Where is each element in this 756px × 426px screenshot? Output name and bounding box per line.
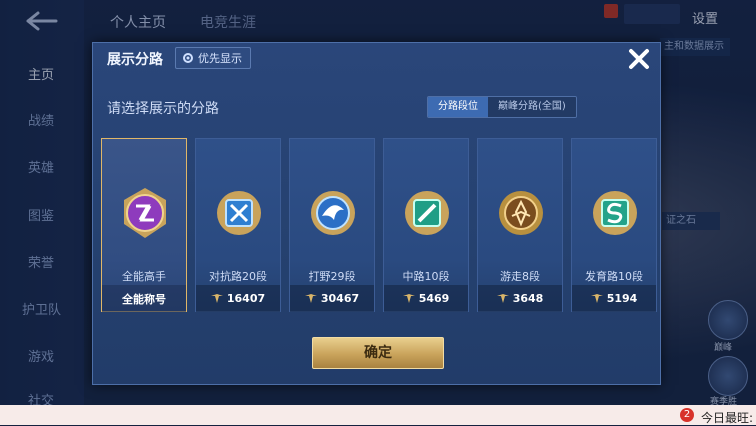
allround-emblem-icon (124, 188, 166, 238)
confirm-button[interactable]: 确定 (312, 337, 444, 369)
lane-card-label: 打野29段 (308, 270, 356, 283)
segment-peak-lane[interactable]: 巅峰分路(全国) (488, 97, 576, 117)
score-icon (496, 293, 509, 303)
lane-card-score: 16407 (226, 292, 266, 305)
mid-lane-emblem-icon (405, 191, 449, 235)
lane-card-label: 全能高手 (122, 270, 166, 283)
notification-text[interactable]: 今日最旺: (701, 409, 753, 426)
lane-card-label: 游走8段 (500, 270, 540, 283)
segment-lane-rank[interactable]: 分路段位 (428, 97, 488, 117)
score-icon (304, 293, 317, 303)
lane-card-allround[interactable]: 全能高手 全能称号 (101, 138, 187, 312)
lane-card-label: 发育路10段 (585, 270, 643, 283)
priority-display-button[interactable]: 优先显示 (175, 47, 251, 69)
score-icon (590, 293, 603, 303)
notification-badge: 2 (680, 408, 694, 422)
close-icon (629, 49, 649, 69)
lane-display-dialog: 展示分路 优先显示 请选择展示的分路 分路段位 巅峰分路(全国) 全能高手 全能… (92, 42, 661, 385)
lane-card-footer: 30467 (290, 285, 374, 312)
lane-card-label: 对抗路20段 (209, 270, 267, 283)
lane-card-footer-text: 全能称号 (122, 292, 166, 306)
lane-card-score: 3648 (512, 292, 544, 305)
close-button[interactable] (626, 46, 652, 72)
notification-strip (0, 405, 756, 425)
clash-lane-emblem-icon (217, 191, 261, 235)
lane-card-score: 5469 (418, 292, 450, 305)
lane-card-score: 30467 (320, 292, 360, 305)
farm-lane-emblem-icon (593, 191, 637, 235)
priority-display-label: 优先显示 (198, 52, 242, 65)
dialog-subtitle: 请选择展示的分路 (107, 101, 219, 117)
roam-emblem-icon (499, 191, 543, 235)
lane-card-footer: 5194 (572, 285, 656, 312)
lane-mode-segmented-control: 分路段位 巅峰分路(全国) (427, 96, 577, 118)
lane-card-list: 全能高手 全能称号 对抗路20段 16407 打野29段 30467 中路10段… (101, 138, 657, 312)
lane-card-roam[interactable]: 游走8段 3648 (477, 138, 563, 312)
lane-card-clash[interactable]: 对抗路20段 16407 (195, 138, 281, 312)
score-icon (402, 293, 415, 303)
lane-card-footer: 3648 (478, 285, 562, 312)
score-icon (210, 293, 223, 303)
lane-card-footer: 全能称号 (102, 285, 186, 312)
lane-card-footer: 5469 (384, 285, 468, 312)
lane-card-farm[interactable]: 发育路10段 5194 (571, 138, 657, 312)
jungle-emblem-icon (311, 191, 355, 235)
lane-card-mid[interactable]: 中路10段 5469 (383, 138, 469, 312)
lane-card-score: 5194 (606, 292, 638, 305)
gear-icon (183, 53, 193, 63)
lane-card-footer: 16407 (196, 285, 280, 312)
dialog-title: 展示分路 (107, 52, 163, 68)
lane-card-label: 中路10段 (402, 270, 450, 283)
lane-card-jungle[interactable]: 打野29段 30467 (289, 138, 375, 312)
